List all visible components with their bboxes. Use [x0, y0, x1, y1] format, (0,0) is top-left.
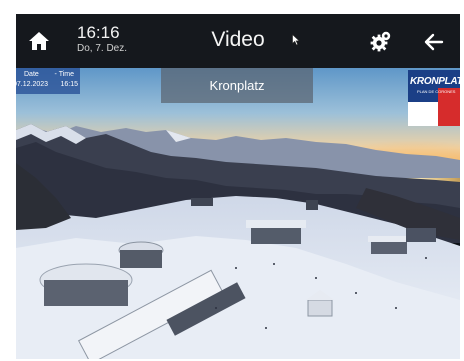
webcam-source-tab[interactable]: Kronplatz [161, 68, 313, 103]
clock: 16:16 Do, 7. Dez. [77, 24, 127, 55]
mouse-pointer-icon [292, 33, 301, 51]
settings-gear-icon [370, 31, 391, 52]
timestamp-date-value: 07.12.2023 [16, 81, 49, 88]
settings-button[interactable] [366, 28, 394, 56]
page-title: Video [211, 28, 265, 51]
home-button[interactable] [24, 27, 54, 55]
kronplatz-logo: KRONPLATZ PLAN DE CORONES [408, 70, 460, 126]
timestamp-separator: - [54, 71, 57, 78]
clock-time: 16:16 [77, 23, 120, 42]
timestamp-time-value: 16:15 [60, 81, 78, 88]
logo-word: KRONPLATZ [410, 76, 460, 87]
timestamp-time-label: Time [58, 71, 74, 78]
arrow-left-icon [424, 33, 444, 51]
top-bar: 16:16 Do, 7. Dez. Video [16, 14, 460, 68]
webcam-image [16, 68, 460, 359]
logo-subtitle: PLAN DE CORONES [417, 89, 456, 94]
app-frame: 16:16 Do, 7. Dez. Video Date - Time 07.1… [16, 14, 460, 359]
home-icon [29, 32, 49, 50]
webcam-timestamp: Date - Time 07.12.2023 16:15 [16, 68, 80, 94]
webcam-video[interactable]: Date - Time 07.12.2023 16:15 Kronplatz K… [16, 68, 460, 359]
back-button[interactable] [420, 28, 448, 56]
clock-date: Do, 7. Dez. [77, 43, 128, 54]
timestamp-date-label: Date [24, 71, 39, 78]
